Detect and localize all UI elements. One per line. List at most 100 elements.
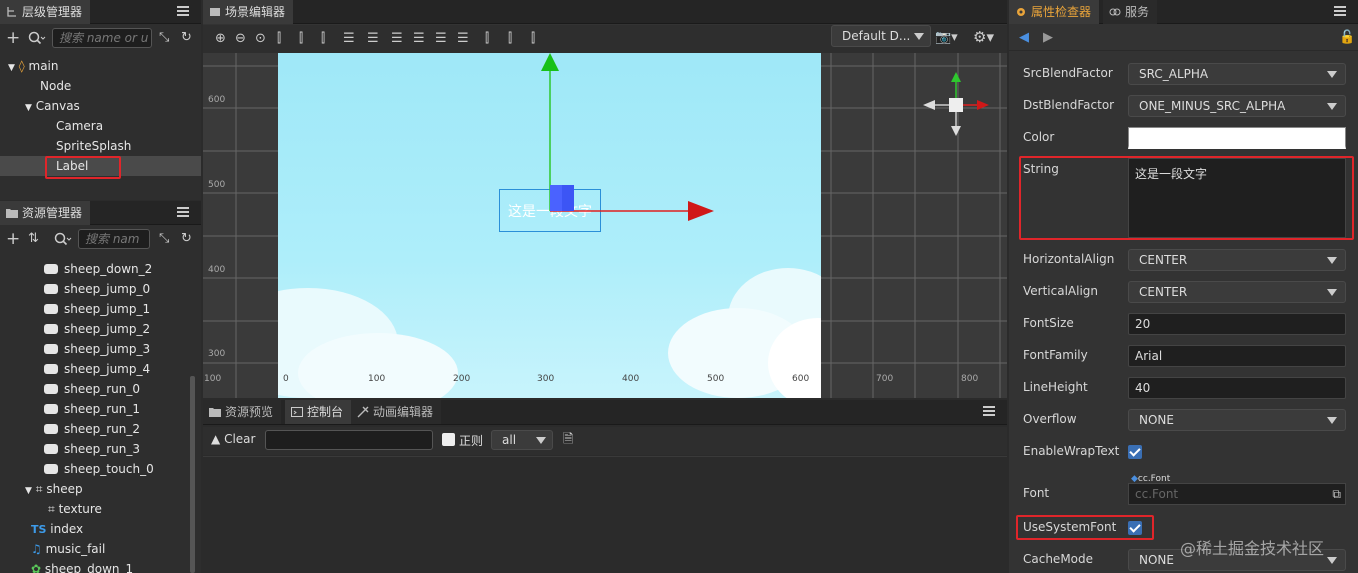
add-node-icon[interactable]: +: [6, 30, 20, 47]
distribute-left-icon[interactable]: ⫿: [485, 31, 489, 47]
tab-scene[interactable]: 场景编辑器: [203, 0, 294, 24]
asset-item[interactable]: sheep_run_0: [44, 379, 140, 399]
console-menu-icon[interactable]: [983, 404, 995, 418]
search-filter-icon[interactable]: [54, 232, 72, 251]
prop-overflow-select[interactable]: NONE: [1128, 409, 1346, 431]
color-swatch[interactable]: [1128, 127, 1346, 149]
align-left-icon[interactable]: ⫿: [277, 31, 281, 47]
hierarchy-icon: [7, 7, 16, 17]
ruler-x-label: 600: [792, 374, 810, 384]
sort-icon[interactable]: ⇅: [28, 231, 39, 247]
asset-item-music-fail[interactable]: ♫ music_fail: [31, 539, 105, 559]
prop-fontfamily-input[interactable]: Arial: [1128, 345, 1346, 367]
hierarchy-menu-icon[interactable]: [177, 4, 189, 18]
tree-item-spritesplash[interactable]: SpriteSplash: [56, 136, 131, 156]
asset-item[interactable]: sheep_run_1: [44, 399, 140, 419]
distribute-right-icon[interactable]: ⫿: [531, 31, 535, 47]
prop-lineheight-input[interactable]: 40: [1128, 377, 1346, 399]
font-asset-field[interactable]: cc.Font ⧉: [1128, 483, 1346, 505]
tab-service[interactable]: 服务: [1103, 0, 1158, 24]
asset-item-label: index: [50, 522, 84, 536]
asset-item[interactable]: sheep_run_2: [44, 419, 140, 439]
prop-srcblend-select[interactable]: SRC_ALPHA: [1128, 63, 1346, 85]
asset-item[interactable]: sheep_jump_2: [44, 319, 150, 339]
tree-item-canvas[interactable]: ▼ Canvas: [25, 96, 80, 116]
camera-select[interactable]: Default D...: [831, 25, 931, 47]
prop-valign-select[interactable]: CENTER: [1128, 281, 1346, 303]
align-top-icon[interactable]: ☰: [343, 31, 355, 47]
assets-menu-icon[interactable]: [177, 205, 189, 219]
add-asset-icon[interactable]: +: [6, 231, 20, 248]
asset-item[interactable]: sheep_touch_0: [44, 459, 154, 479]
tree-item-label: Node: [40, 79, 72, 93]
asset-item[interactable]: sheep_jump_4: [44, 359, 150, 379]
asset-picker-icon[interactable]: ⧉: [1332, 484, 1341, 504]
zoom-in-icon[interactable]: ⊕: [215, 31, 226, 47]
asset-item[interactable]: sheep_down_2: [44, 259, 152, 279]
tab-hierarchy[interactable]: 层级管理器: [0, 0, 91, 24]
log-level-select[interactable]: all: [491, 430, 553, 450]
refresh-icon[interactable]: ↻: [181, 231, 192, 247]
tab-asset-preview[interactable]: 资源预览: [203, 400, 282, 424]
expand-arrow-icon[interactable]: ▼: [25, 486, 32, 496]
asset-item-sheep-down-1[interactable]: ✿ sheep_down_1: [31, 559, 133, 573]
asset-item-label: sheep_jump_0: [64, 282, 151, 296]
prop-dstblend-select[interactable]: ONE_MINUS_SRC_ALPHA: [1128, 95, 1346, 117]
screenshot-icon[interactable]: 📷▾: [935, 30, 958, 46]
x-axis-arrow-icon[interactable]: [688, 199, 718, 223]
expand-arrow-icon[interactable]: ▼: [8, 63, 15, 73]
align-bottom-icon[interactable]: ☰: [391, 31, 403, 47]
tab-console[interactable]: 控制台: [285, 400, 352, 424]
asset-item[interactable]: sheep_jump_3: [44, 339, 150, 359]
asset-folder-sheep[interactable]: ▼ ⌗ sheep: [25, 479, 83, 499]
tree-item-camera[interactable]: Camera: [56, 116, 103, 136]
regex-checkbox[interactable]: [442, 433, 455, 446]
distribute-middle-icon[interactable]: ☰: [435, 31, 447, 47]
gear-icon[interactable]: ⚙▾: [973, 29, 994, 45]
asset-item-label: sheep_jump_1: [64, 302, 151, 316]
forward-arrow-icon[interactable]: ▶: [1043, 30, 1053, 46]
collapse-icon[interactable]: ⤡: [159, 231, 169, 247]
asset-scrollbar[interactable]: [190, 376, 195, 573]
distribute-bottom-icon[interactable]: ☰: [457, 31, 469, 47]
align-middle-icon[interactable]: ☰: [367, 31, 379, 47]
distribute-center-icon[interactable]: ⫿: [508, 31, 512, 47]
search-filter-icon[interactable]: [28, 31, 46, 50]
tree-item-node[interactable]: Node: [40, 76, 71, 96]
distribute-top-icon[interactable]: ☰: [413, 31, 425, 47]
asset-item-index[interactable]: TS index: [31, 519, 83, 539]
clear-button[interactable]: ▲ Clear: [211, 432, 255, 446]
log-file-icon[interactable]: 🗎: [563, 432, 573, 448]
tab-assets[interactable]: 资源管理器: [0, 201, 91, 225]
asset-item-texture[interactable]: ⌗ texture: [48, 499, 102, 519]
scene-viewport[interactable]: 600 500 400 300 100 0 100 200 300 400 50…: [203, 53, 1007, 398]
collapse-icon[interactable]: ⤡: [159, 30, 169, 46]
inspector-menu-icon[interactable]: [1334, 4, 1346, 18]
move-gizmo[interactable]: [503, 53, 703, 253]
align-center-h-icon[interactable]: ⫿: [299, 31, 303, 47]
wrap-checkbox[interactable]: [1128, 445, 1142, 459]
chevron-down-icon: [536, 437, 546, 444]
asset-item[interactable]: sheep_jump_1: [44, 299, 150, 319]
prop-halign-select[interactable]: CENTER: [1128, 249, 1346, 271]
asset-item-label: sheep_touch_0: [64, 462, 154, 476]
scene-icon: [210, 8, 220, 16]
console-filter-input[interactable]: [265, 430, 433, 450]
tab-inspector[interactable]: 属性检查器: [1009, 0, 1100, 24]
align-right-icon[interactable]: ⫿: [321, 31, 325, 47]
asset-item[interactable]: sheep_jump_0: [44, 279, 150, 299]
tab-animation-editor[interactable]: 动画编辑器: [351, 400, 442, 424]
back-arrow-icon[interactable]: ◀: [1019, 30, 1029, 46]
refresh-icon[interactable]: ↻: [181, 30, 192, 46]
prop-fontsize-input[interactable]: 20: [1128, 313, 1346, 335]
lock-icon[interactable]: 🔓: [1339, 30, 1355, 46]
tree-item-main[interactable]: ▼ ◊ main: [8, 56, 59, 76]
view-orientation-gizmo[interactable]: [921, 70, 991, 140]
expand-arrow-icon[interactable]: ▼: [25, 103, 32, 113]
assets-search-input[interactable]: 搜索 nam: [78, 229, 150, 249]
zoom-reset-icon[interactable]: ⊙: [255, 31, 266, 47]
hierarchy-search-input[interactable]: 搜索 name or u: [52, 28, 152, 48]
zoom-out-icon[interactable]: ⊖: [235, 31, 246, 47]
prop-dstblend-label: DstBlendFactor: [1023, 98, 1115, 112]
asset-item[interactable]: sheep_run_3: [44, 439, 140, 459]
